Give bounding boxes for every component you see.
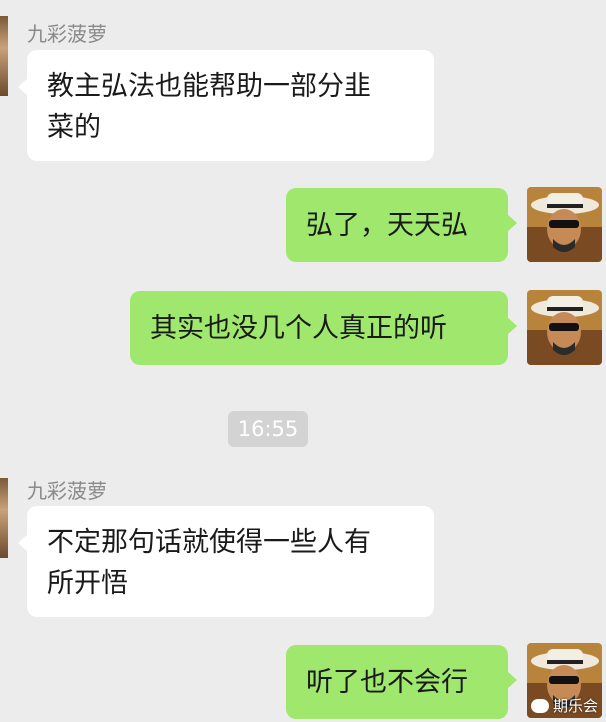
message-text: 听了也不会行 bbox=[306, 666, 468, 698]
self-avatar[interactable] bbox=[527, 290, 602, 365]
incoming-message-bubble[interactable]: 不定那句话就使得一些人有 所开悟 bbox=[18, 506, 434, 617]
chat-window: 九彩菠萝 教主弘法也能帮助一部分韭 菜的 弘了，天天弘 其实也没几个人真正的听 bbox=[0, 0, 606, 722]
message-line: 教主弘法也能帮助一部分韭 bbox=[47, 71, 371, 102]
watermark: 期乐会 bbox=[530, 695, 598, 716]
timestamp-chip: 16:55 bbox=[228, 411, 308, 447]
avatar-portrait-icon bbox=[527, 290, 602, 365]
sender-name: 九彩菠萝 bbox=[27, 479, 107, 503]
outgoing-message-bubble[interactable]: 弘了，天天弘 bbox=[286, 188, 517, 262]
self-avatar[interactable] bbox=[527, 187, 602, 262]
message-text: 弘了，天天弘 bbox=[306, 209, 468, 241]
outgoing-message-bubble[interactable]: 其实也没几个人真正的听 bbox=[130, 291, 517, 365]
watermark-text: 期乐会 bbox=[552, 697, 598, 715]
message-text: 其实也没几个人真正的听 bbox=[150, 312, 447, 344]
avatar-portrait-icon bbox=[527, 187, 602, 262]
message-line: 不定那句话就使得一些人有 bbox=[47, 527, 371, 558]
incoming-message-bubble[interactable]: 教主弘法也能帮助一部分韭 菜的 bbox=[18, 50, 434, 161]
wechat-icon bbox=[530, 698, 549, 713]
sender-name: 九彩菠萝 bbox=[27, 22, 107, 46]
outgoing-message-bubble[interactable]: 听了也不会行 bbox=[286, 645, 517, 719]
sender-avatar[interactable] bbox=[0, 16, 8, 96]
sender-avatar[interactable] bbox=[0, 478, 8, 558]
message-line: 所开悟 bbox=[47, 568, 128, 599]
message-line: 菜的 bbox=[47, 112, 101, 143]
